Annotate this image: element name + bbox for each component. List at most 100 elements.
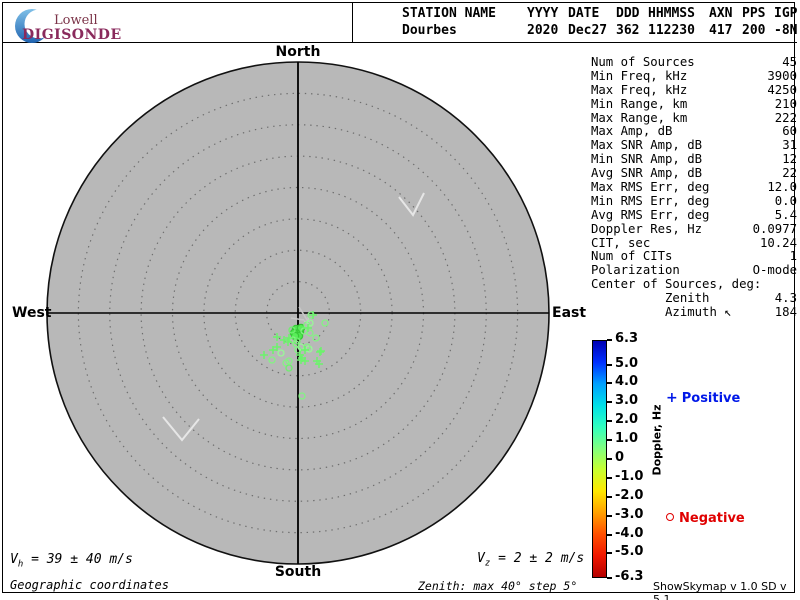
colorbar-tick [607,363,612,366]
compass-north-label: North [275,44,321,60]
colorbar-tick-label: 3.0 [615,393,639,409]
stat-label: Min SNR Amp, dB [591,152,703,167]
colorbar-tick [607,401,612,404]
stat-row: Max Range, km 222 [591,110,797,126]
header-column: HHMMSS 112230 [648,5,695,39]
compass-west-label: West [12,305,52,321]
software-version: ShowSkymap v 1.0 SD v 5.1 [653,580,787,600]
stat-value: 222 [774,110,797,125]
legend-positive-label: Positive [681,391,741,406]
colorbar-tick-label: -4.0 [615,525,644,541]
header-value: Dec27 [568,23,608,38]
stat-value: 22 [782,166,797,181]
stat-row: Max Freq, kHz 4250 [591,82,797,98]
stat-value: 10.24 [759,235,797,250]
legend-positive: + Positive [666,390,740,406]
legend-negative: Negative [666,511,745,526]
header-label: STATION NAME [402,6,496,21]
vh-symbol: V [10,552,18,567]
stat-value: 0.0977 [752,221,797,236]
stat-value: 184 [774,305,797,320]
header-label: HHMMSS [648,6,695,21]
stat-row: Zenith 4.3 [591,291,797,306]
colorbar-tick-label: -1.0 [615,468,644,484]
stat-row: Min RMS Err, deg 0.0 [591,193,797,209]
stat-row: Center of Sources, deg: [591,277,797,292]
header-label: AXN [709,6,733,21]
colorbar-gradient [592,340,607,578]
colorbar-tick [607,495,612,498]
stat-label: Max Freq, kHz [591,82,688,97]
skymap-screen: Lowell DIGISONDE STATION NAME Dourbes YY… [0,0,800,600]
stat-row: Num of Sources 45 [591,55,797,70]
header-value: -8N [774,23,798,38]
colorbar-tick-label: -5.0 [615,544,644,560]
stat-row: Max RMS Err, deg 12.0 [591,180,797,195]
header-label: DATE [568,6,600,21]
stat-value: 210 [774,96,797,111]
legend-negative-label: Negative [679,511,745,526]
stat-label: Max Range, km [591,110,688,125]
stat-row: Max Amp, dB 60 [591,125,797,139]
header-value: Dourbes [402,23,457,38]
plus-marker-icon: + [666,390,678,406]
circle-marker-icon [666,513,674,521]
stat-label: Min RMS Err, deg [591,193,710,208]
header-value: 417 [709,23,733,38]
stat-label: Azimuth ↖ [591,305,732,320]
header-column: DATE Dec27 [568,5,607,39]
station-header: STATION NAME Dourbes YYYY 2020 DATE Dec2… [0,5,800,43]
colorbar-tick [607,420,612,423]
header-column: YYYY 2020 [527,5,558,39]
stat-row: Azimuth ↖ 184 [591,305,797,320]
stat-row: CIT, sec 10.24 [591,235,797,251]
colorbar-tick [607,458,612,460]
zenith-scale-note: Zenith: max 40° step 5° [418,579,578,593]
header-column: STATION NAME Dourbes [402,5,496,39]
colorbar-tick-label: -6.3 [615,569,644,584]
stat-row: Min SNR Amp, dB 12 [591,152,797,167]
stat-label: Min Freq, kHz [591,68,688,83]
stat-label: Avg RMS Err, deg [591,207,710,222]
stat-label: Center of Sources, deg: [591,277,762,292]
stat-label: CIT, sec [591,235,651,250]
vz-symbol: V [477,551,485,566]
stat-value: 1 [789,249,797,264]
header-label: PPS [742,6,766,21]
colorbar-tick [607,552,612,555]
vertical-velocity-readout: Vz = 2 ± 2 m/s [477,551,584,569]
stat-value: O-mode [752,263,797,278]
stat-value: 12 [782,152,797,167]
stat-row: Polarization O-mode [591,263,797,278]
stat-row: Doppler Res, Hz 0.0977 [591,221,797,237]
header-label: DDD [616,6,640,21]
header-label: IGP [774,6,798,21]
header-value: 362 [616,23,640,38]
stat-value: 12.0 [767,180,797,195]
stat-label: Zenith [591,291,710,306]
colorbar-tick [607,339,612,341]
colorbar-tick [607,514,612,517]
header-column: PPS 200 [742,5,765,39]
stat-label: Avg SNR Amp, dB [591,166,703,181]
stats-panel: Num of Sources 45 Min Freq, kHz 3900 Max… [591,55,797,320]
colorbar-tick-label: 6.3 [615,331,639,346]
compass-east-label: East [552,305,587,321]
colorbar-tick-label: -3.0 [615,506,644,522]
stat-value: 4.3 [774,291,797,306]
header-value: 2020 [527,23,559,38]
vz-value: = 2 ± 2 m/s [490,551,585,566]
stat-value: 60 [782,124,797,139]
stat-label: Num of Sources [591,55,695,69]
header-column: IGP -8N [774,5,797,39]
colorbar-tick-label: 4.0 [615,374,639,390]
colorbar-tick-label: 0 [615,450,625,465]
stat-row: Min Range, km 210 [591,96,797,112]
stat-label: Min Range, km [591,96,688,111]
stat-row: Avg SNR Amp, dB 22 [591,166,797,181]
vh-value: = 39 ± 40 m/s [23,552,133,567]
horizontal-velocity-readout: Vh = 39 ± 40 m/s [10,552,133,570]
colorbar-tick-label: -2.0 [615,487,644,503]
stat-row: Min Freq, kHz 3900 [591,68,797,84]
stat-value: 4250 [767,82,797,97]
